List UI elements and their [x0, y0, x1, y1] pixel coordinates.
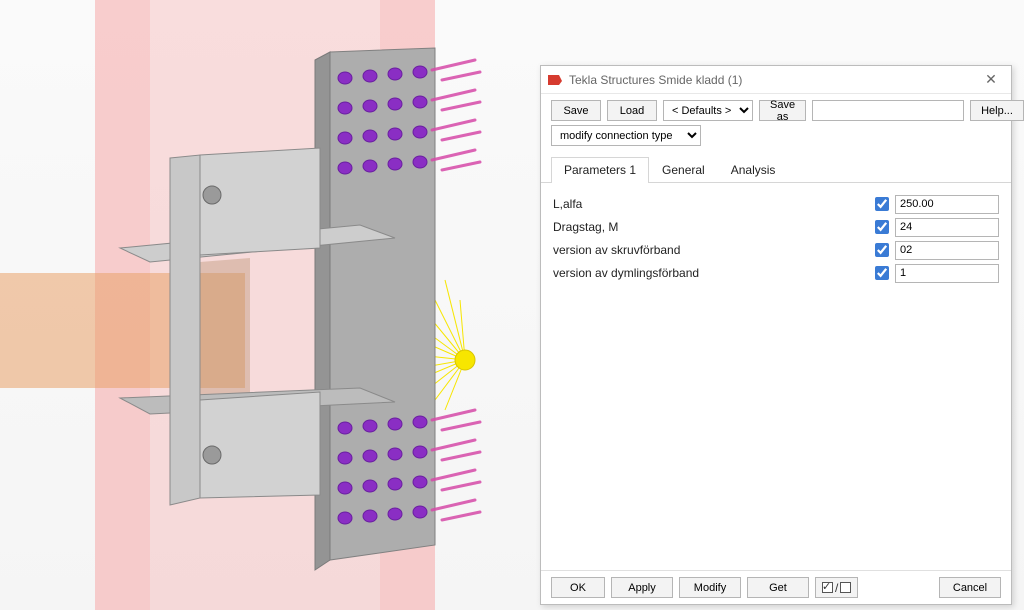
param-label: L,alfa: [553, 197, 875, 211]
slash-icon: /: [835, 581, 838, 595]
check-off-icon: [840, 582, 851, 593]
param-row: L,alfa: [553, 193, 999, 215]
check-on-icon: [822, 582, 833, 593]
param-checkbox[interactable]: [875, 220, 889, 234]
param-value-input[interactable]: [895, 264, 999, 283]
toolbar-row-1: Save Load < Defaults > Save as Help...: [541, 94, 1011, 121]
close-icon[interactable]: ✕: [977, 71, 1005, 88]
param-label: Dragstag, M: [553, 220, 875, 234]
help-button[interactable]: Help...: [970, 100, 1024, 121]
param-row: version av skruvförband: [553, 239, 999, 261]
tab-analysis[interactable]: Analysis: [718, 157, 789, 183]
dialog-footer: OK Apply Modify Get / Cancel: [541, 570, 1011, 604]
modify-button[interactable]: Modify: [679, 577, 741, 598]
toggle-checks-button[interactable]: /: [815, 577, 858, 598]
save-button[interactable]: Save: [551, 100, 601, 121]
param-value-input[interactable]: [895, 241, 999, 260]
param-checkbox[interactable]: [875, 266, 889, 280]
param-label: version av dymlingsförband: [553, 266, 875, 280]
tab-general[interactable]: General: [649, 157, 718, 183]
get-button[interactable]: Get: [747, 577, 809, 598]
preset-select[interactable]: < Defaults >: [663, 100, 753, 121]
param-row: Dragstag, M: [553, 216, 999, 238]
cancel-button[interactable]: Cancel: [939, 577, 1001, 598]
param-row: version av dymlingsförband: [553, 262, 999, 284]
param-label: version av skruvförband: [553, 243, 875, 257]
tab-body-parameters: L,alfa Dragstag, M version av skruvförba…: [541, 183, 1011, 570]
titlebar[interactable]: Tekla Structures Smide kladd (1) ✕: [541, 66, 1011, 94]
apply-button[interactable]: Apply: [611, 577, 673, 598]
component-dialog: Tekla Structures Smide kladd (1) ✕ Save …: [540, 65, 1012, 605]
param-value-input[interactable]: [895, 218, 999, 237]
app-icon: [547, 72, 563, 88]
save-as-input[interactable]: [812, 100, 964, 121]
param-checkbox[interactable]: [875, 197, 889, 211]
ok-button[interactable]: OK: [551, 577, 605, 598]
save-as-button[interactable]: Save as: [759, 100, 806, 121]
dialog-title: Tekla Structures Smide kladd (1): [569, 73, 977, 87]
tab-strip: Parameters 1 General Analysis: [541, 156, 1011, 183]
connection-type-select[interactable]: modify connection type: [551, 125, 701, 146]
param-value-input[interactable]: [895, 195, 999, 214]
tab-parameters[interactable]: Parameters 1: [551, 157, 649, 183]
param-checkbox[interactable]: [875, 243, 889, 257]
toolbar-row-2: modify connection type: [541, 121, 1011, 154]
load-button[interactable]: Load: [607, 100, 657, 121]
